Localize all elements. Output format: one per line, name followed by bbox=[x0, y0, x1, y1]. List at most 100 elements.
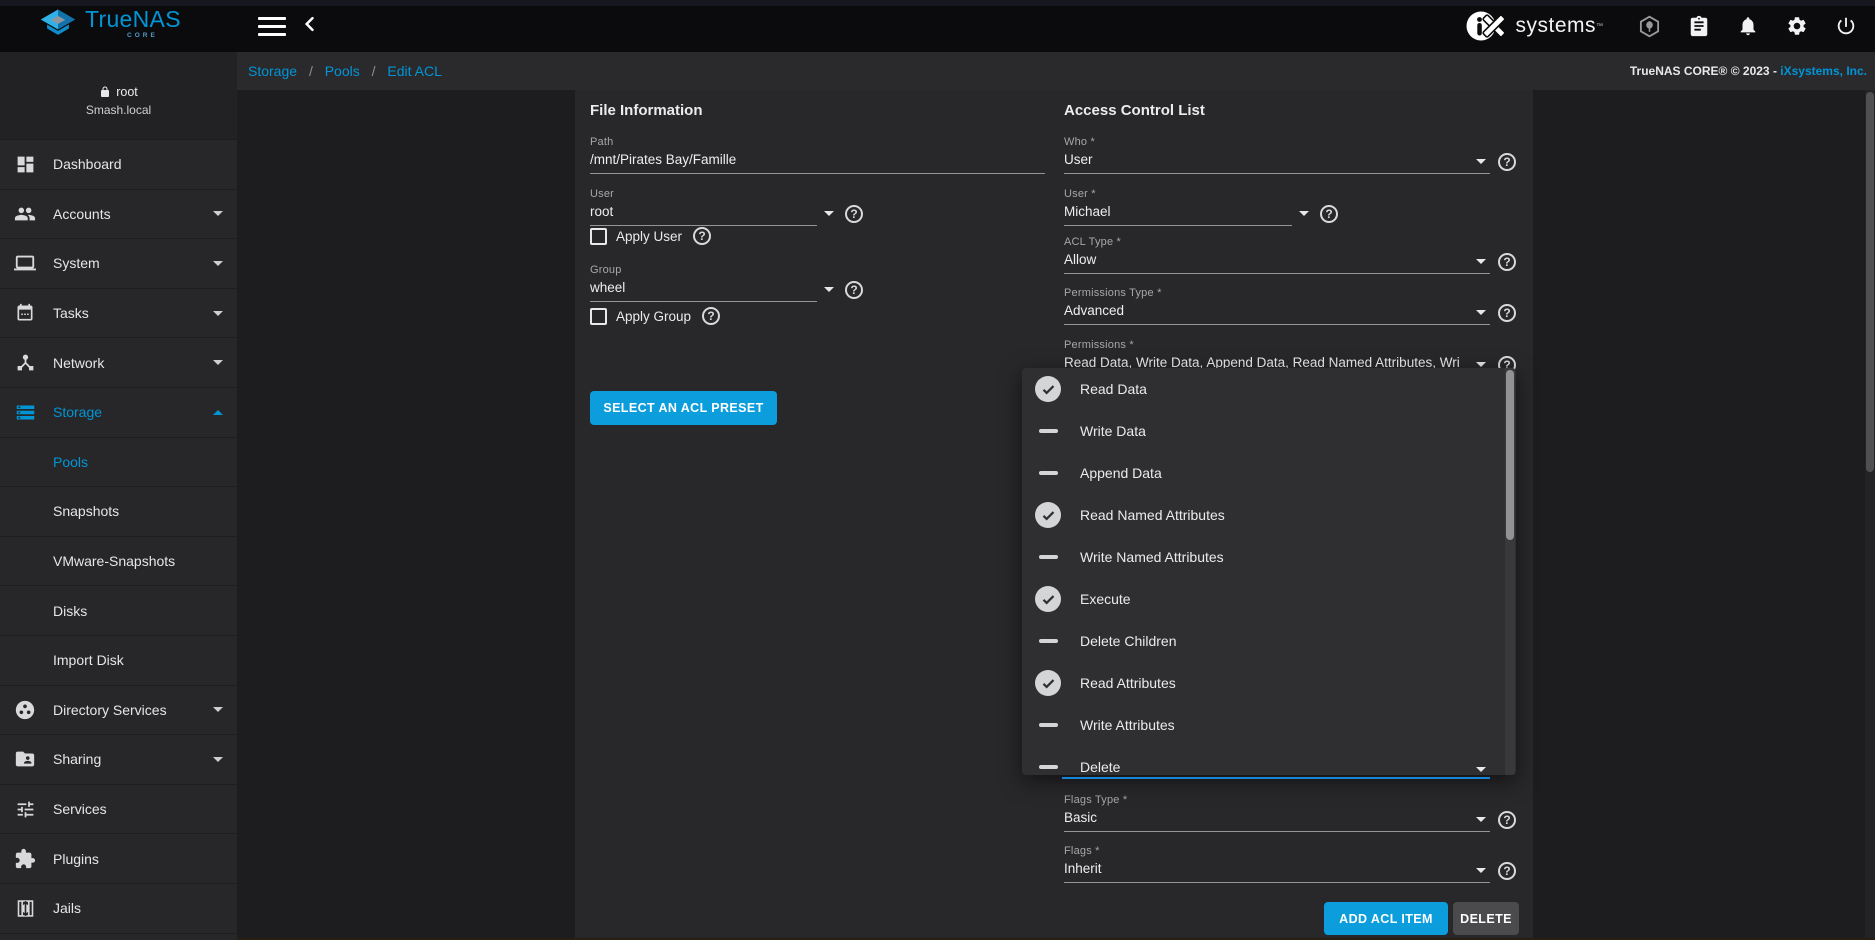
sidebar-item-storage[interactable]: Storage bbox=[0, 388, 237, 438]
permissions-option-write-named-attributes[interactable]: Write Named Attributes bbox=[1022, 536, 1516, 578]
dropdown-caret-icon bbox=[1476, 259, 1486, 264]
help-icon[interactable] bbox=[845, 205, 863, 223]
permissions-option-read-attributes[interactable]: Read Attributes bbox=[1022, 662, 1516, 704]
page-scrollbar[interactable] bbox=[1865, 90, 1875, 940]
permissions-option-delete-children[interactable]: Delete Children bbox=[1022, 620, 1516, 662]
help-icon[interactable] bbox=[1320, 205, 1338, 223]
select-acl-preset-button[interactable]: SELECT AN ACL PRESET bbox=[590, 391, 777, 425]
main-content: File Information Path /mnt/Pirates Bay/F… bbox=[237, 90, 1875, 940]
user-value: root bbox=[590, 200, 817, 225]
permissions-option-write-attributes[interactable]: Write Attributes bbox=[1022, 704, 1516, 746]
trademark-mark: ™ bbox=[1596, 23, 1603, 30]
sidebar-item-label: Pools bbox=[53, 454, 88, 470]
apply-group-checkbox[interactable] bbox=[590, 308, 607, 325]
sidebar-item-label: Services bbox=[53, 801, 107, 817]
who-select-field[interactable]: Who * User bbox=[1064, 136, 1490, 174]
sidebar-item-icon bbox=[13, 301, 37, 325]
help-icon[interactable] bbox=[1498, 304, 1516, 322]
sidebar-item-snapshots[interactable]: Snapshots bbox=[0, 487, 237, 537]
help-icon[interactable] bbox=[1498, 253, 1516, 271]
flags-type-value: Basic bbox=[1064, 806, 1490, 831]
focused-field-underline bbox=[1062, 777, 1490, 779]
user-select-field[interactable]: User root bbox=[590, 188, 817, 226]
power-button[interactable] bbox=[1835, 15, 1857, 37]
sidebar-item-network[interactable]: Network bbox=[0, 338, 237, 388]
breadcrumb-storage[interactable]: Storage bbox=[248, 63, 297, 79]
dropdown-caret-icon bbox=[1476, 767, 1486, 772]
user-name: root bbox=[116, 85, 138, 99]
acl-user-select-field[interactable]: User * Michael bbox=[1064, 188, 1292, 226]
sidebar-item-label: Jails bbox=[53, 900, 81, 916]
help-icon[interactable] bbox=[702, 307, 720, 325]
lock-icon bbox=[99, 86, 111, 98]
notifications-button[interactable] bbox=[1737, 15, 1759, 37]
ixsystems-logo[interactable]: systems™ bbox=[1465, 7, 1603, 45]
group-select-field[interactable]: Group wheel bbox=[590, 264, 817, 302]
chevron-down-icon bbox=[213, 360, 223, 365]
add-acl-item-button[interactable]: ADD ACL ITEM bbox=[1324, 902, 1448, 935]
page-scrollbar-thumb[interactable] bbox=[1866, 92, 1874, 472]
breadcrumb-edit-acl[interactable]: Edit ACL bbox=[387, 63, 441, 79]
path-field[interactable]: Path /mnt/Pirates Bay/Famille bbox=[590, 136, 1045, 174]
flags-select-field[interactable]: Flags * Inherit bbox=[1064, 845, 1490, 883]
dropdown-scrollbar-thumb[interactable] bbox=[1506, 370, 1514, 540]
breadcrumb-pools[interactable]: Pools bbox=[325, 63, 360, 79]
sidebar-item-pools[interactable]: Pools bbox=[0, 438, 237, 488]
delete-button[interactable]: DELETE bbox=[1453, 902, 1519, 935]
sidebar-item-directory-services[interactable]: Directory Services bbox=[0, 686, 237, 736]
breadcrumb-separator: / bbox=[309, 63, 313, 79]
sidebar-item-label: Import Disk bbox=[53, 652, 124, 668]
permissions-option-execute[interactable]: Execute bbox=[1022, 578, 1516, 620]
bell-icon bbox=[1737, 15, 1759, 37]
ixsystems-link[interactable]: iXsystems, Inc. bbox=[1780, 64, 1867, 78]
menu-toggle-button[interactable] bbox=[258, 17, 286, 36]
sidebar-item-system[interactable]: System bbox=[0, 239, 237, 289]
unchecked-dash-icon bbox=[1039, 765, 1058, 769]
power-icon bbox=[1835, 15, 1857, 37]
permissions-option-read-data[interactable]: Read Data bbox=[1022, 368, 1516, 410]
sidebar-item-label: Accounts bbox=[53, 206, 111, 222]
help-icon[interactable] bbox=[845, 281, 863, 299]
user-host: Smash.local bbox=[86, 103, 151, 117]
sidebar-item-icon bbox=[13, 251, 37, 275]
permissions-option-append-data[interactable]: Append Data bbox=[1022, 452, 1516, 494]
dropdown-caret-icon bbox=[824, 287, 834, 292]
sidebar-item-services[interactable]: Services bbox=[0, 785, 237, 835]
ixsystems-logo-icon bbox=[1465, 7, 1513, 45]
sidebar-item-disks[interactable]: Disks bbox=[0, 586, 237, 636]
help-icon[interactable] bbox=[1498, 811, 1516, 829]
permissions-option-read-named-attributes[interactable]: Read Named Attributes bbox=[1022, 494, 1516, 536]
sidebar-item-sharing[interactable]: Sharing bbox=[0, 735, 237, 785]
truenas-logo[interactable]: TrueNAS CORE bbox=[38, 8, 181, 40]
help-icon[interactable] bbox=[693, 227, 711, 245]
sidebar-item-vmware-snapshots[interactable]: VMware-Snapshots bbox=[0, 537, 237, 587]
acl-user-value: Michael bbox=[1064, 200, 1292, 225]
help-icon[interactable] bbox=[1498, 862, 1516, 880]
copyright-text: TrueNAS CORE® © 2023 - bbox=[1630, 64, 1780, 78]
sidebar-item-jails[interactable]: Jails bbox=[0, 884, 237, 934]
permissions-option-delete[interactable]: Delete bbox=[1022, 746, 1516, 775]
settings-button[interactable] bbox=[1786, 15, 1808, 37]
flags-value: Inherit bbox=[1064, 857, 1490, 882]
help-icon[interactable] bbox=[1498, 153, 1516, 171]
task-manager-button[interactable] bbox=[1688, 15, 1710, 37]
checked-circle-icon bbox=[1035, 586, 1061, 612]
sidebar-item-import-disk[interactable]: Import Disk bbox=[0, 636, 237, 686]
permissions-option-write-data[interactable]: Write Data bbox=[1022, 410, 1516, 452]
collapse-nav-button[interactable] bbox=[300, 14, 320, 37]
sidebar-item-accounts[interactable]: Accounts bbox=[0, 190, 237, 240]
sidebar-item-icon bbox=[13, 351, 37, 375]
permissions-option-label: Delete Children bbox=[1080, 633, 1177, 649]
truecommand-button[interactable] bbox=[1638, 15, 1661, 38]
apply-user-checkbox[interactable] bbox=[590, 228, 607, 245]
flags-type-select-field[interactable]: Flags Type * Basic bbox=[1064, 794, 1490, 832]
flags-label: Flags * bbox=[1064, 845, 1490, 857]
chevron-down-icon bbox=[213, 261, 223, 266]
dropdown-caret-icon bbox=[1476, 159, 1486, 164]
permissions-option-label: Write Data bbox=[1080, 423, 1146, 439]
permissions-type-select-field[interactable]: Permissions Type * Advanced bbox=[1064, 287, 1490, 325]
sidebar-item-tasks[interactable]: Tasks bbox=[0, 289, 237, 339]
acl-type-select-field[interactable]: ACL Type * Allow bbox=[1064, 236, 1490, 274]
sidebar-item-dashboard[interactable]: Dashboard bbox=[0, 140, 237, 190]
sidebar-item-plugins[interactable]: Plugins bbox=[0, 834, 237, 884]
